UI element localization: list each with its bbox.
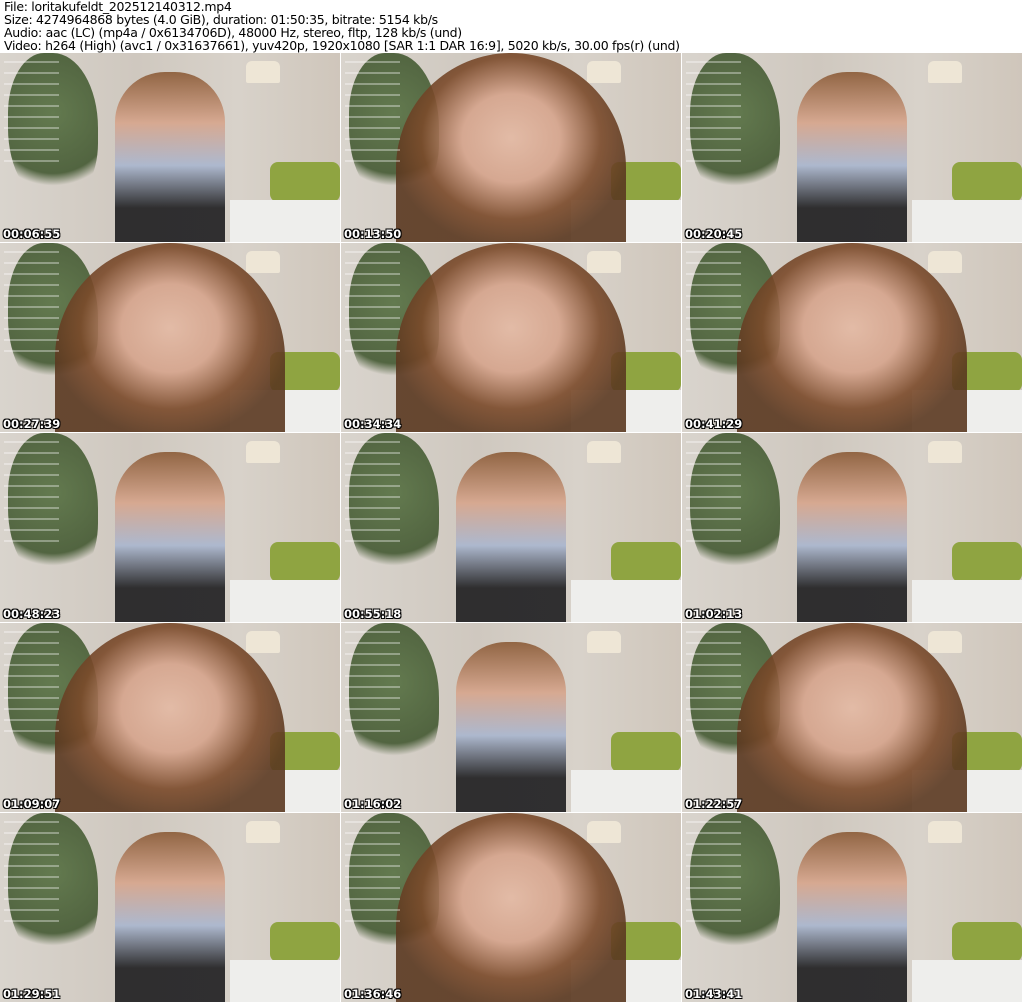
- person-figure: [115, 832, 225, 1002]
- person-figure: [115, 72, 225, 242]
- thumbnail-timestamp: 01:02:13: [685, 607, 743, 621]
- stream-overlay-menu: [345, 251, 400, 361]
- bed-background: [230, 580, 340, 622]
- video-thumbnail: 01:16:02: [341, 623, 681, 812]
- bed-background: [912, 580, 1022, 622]
- sofa-background: [952, 162, 1022, 202]
- video-thumbnail: 01:29:51: [0, 813, 340, 1002]
- lamp-background: [928, 251, 962, 273]
- sofa-background: [270, 162, 340, 202]
- thumbnail-timestamp: 00:34:34: [344, 417, 402, 431]
- thumbnail-timestamp: 00:55:18: [344, 607, 402, 621]
- sofa-background: [611, 732, 681, 772]
- lamp-background: [928, 441, 962, 463]
- sofa-background: [952, 922, 1022, 962]
- stream-overlay-menu: [686, 631, 741, 741]
- stream-overlay-menu: [4, 61, 59, 171]
- stream-overlay-menu: [4, 631, 59, 741]
- sofa-background: [270, 922, 340, 962]
- thumbnail-timestamp: 01:36:46: [344, 987, 402, 1001]
- bed-background: [912, 960, 1022, 1002]
- bed-background: [571, 770, 681, 812]
- stream-overlay-menu: [686, 821, 741, 931]
- sofa-background: [270, 542, 340, 582]
- stream-overlay-menu: [4, 821, 59, 931]
- video-thumbnail: 00:55:18: [341, 433, 681, 622]
- bed-background: [230, 200, 340, 242]
- stream-overlay-menu: [4, 441, 59, 551]
- lamp-background: [587, 251, 621, 273]
- video-thumbnail: 00:06:55: [0, 53, 340, 242]
- video-thumbnail: 01:22:57: [682, 623, 1022, 812]
- video-thumbnail: 00:48:23: [0, 433, 340, 622]
- thumbnail-timestamp: 01:29:51: [3, 987, 61, 1001]
- person-figure: [797, 452, 907, 622]
- thumbnail-grid: 00:06:55 00:13:50 00:20:45 00:27:39 00:34:34…: [0, 53, 1022, 1002]
- video-thumbnail: 01:02:13: [682, 433, 1022, 622]
- lamp-background: [587, 61, 621, 83]
- person-figure: [797, 832, 907, 1002]
- sofa-background: [952, 542, 1022, 582]
- video-thumbnail: 00:27:39: [0, 243, 340, 432]
- video-thumbnail: 00:34:34: [341, 243, 681, 432]
- lamp-background: [587, 631, 621, 653]
- lamp-background: [246, 61, 280, 83]
- bed-background: [230, 960, 340, 1002]
- thumbnail-timestamp: 00:41:29: [685, 417, 743, 431]
- bed-background: [571, 580, 681, 622]
- thumbnail-timestamp: 01:16:02: [344, 797, 402, 811]
- video-thumbnail: 01:09:07: [0, 623, 340, 812]
- person-figure: [115, 452, 225, 622]
- person-figure: [456, 642, 566, 812]
- stream-overlay-menu: [686, 441, 741, 551]
- lamp-background: [246, 251, 280, 273]
- lamp-background: [928, 821, 962, 843]
- stream-overlay-menu: [345, 61, 400, 171]
- lamp-background: [928, 631, 962, 653]
- video-thumbnail: 01:36:46: [341, 813, 681, 1002]
- stream-overlay-menu: [345, 821, 400, 931]
- video-thumbnail: 00:41:29: [682, 243, 1022, 432]
- thumbnail-timestamp: 00:20:45: [685, 227, 743, 241]
- lamp-background: [246, 441, 280, 463]
- thumbnail-timestamp: 01:43:41: [685, 987, 743, 1001]
- sofa-background: [611, 542, 681, 582]
- lamp-background: [246, 631, 280, 653]
- stream-overlay-menu: [686, 61, 741, 171]
- stream-overlay-menu: [4, 251, 59, 361]
- video-thumbnail: 00:13:50: [341, 53, 681, 242]
- file-info-header: File: loritakufeldt_202512140312.mp4 Siz…: [4, 0, 680, 52]
- thumbnail-timestamp: 00:27:39: [3, 417, 61, 431]
- person-figure: [797, 72, 907, 242]
- thumbnail-timestamp: 01:09:07: [3, 797, 61, 811]
- stream-overlay-menu: [345, 441, 400, 551]
- lamp-background: [587, 821, 621, 843]
- video-thumbnail: 00:20:45: [682, 53, 1022, 242]
- thumbnail-timestamp: 00:06:55: [3, 227, 61, 241]
- stream-overlay-menu: [686, 251, 741, 361]
- person-figure: [456, 452, 566, 622]
- thumbnail-timestamp: 00:48:23: [3, 607, 61, 621]
- thumbnail-timestamp: 00:13:50: [344, 227, 402, 241]
- video-thumbnail: 01:43:41: [682, 813, 1022, 1002]
- bed-background: [912, 200, 1022, 242]
- thumbnail-timestamp: 01:22:57: [685, 797, 743, 811]
- lamp-background: [928, 61, 962, 83]
- lamp-background: [587, 441, 621, 463]
- video-line: Video: h264 (High) (avc1 / 0x31637661), …: [4, 38, 680, 53]
- lamp-background: [246, 821, 280, 843]
- stream-overlay-menu: [345, 631, 400, 741]
